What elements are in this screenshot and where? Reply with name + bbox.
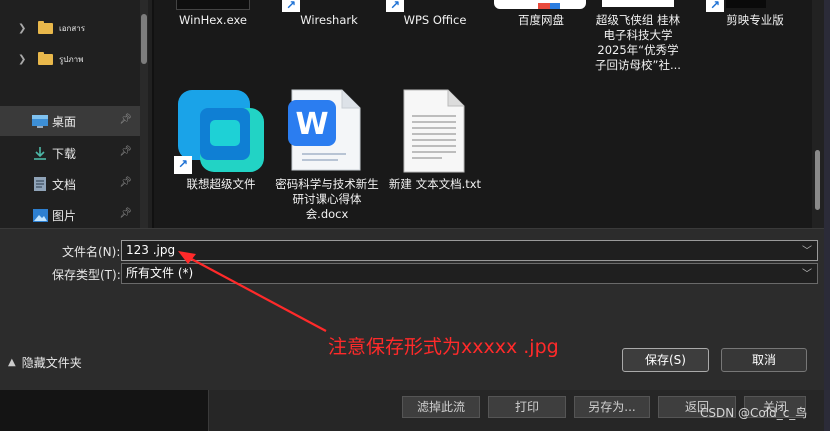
navigation-pane: ❯ เอกสาร ❯ รูปภาพ 桌面 📌︎ 下载 📌︎ 文档 📌︎ 图片 📌… (0, 0, 152, 228)
hide-folders-label: 隐藏文件夹 (21, 356, 82, 370)
filename-label: 文件名(N): (62, 245, 121, 259)
file-label[interactable]: 百度网盘 (486, 13, 596, 28)
document-thumbnail (602, 0, 674, 7)
pin-icon[interactable]: 📌︎ (119, 208, 132, 219)
file-label[interactable]: WPS Office (380, 13, 490, 28)
filetype-label: 保存类型(T): (52, 268, 121, 282)
sidebar-item-documents-th[interactable]: ❯ เอกสาร (0, 13, 140, 43)
file-list-scrollbar-thumb[interactable] (815, 150, 820, 210)
watermark: CSDN @Cold_c_鸟 (700, 406, 808, 420)
sidebar-item-label: 文档 (52, 177, 77, 192)
save-dialog-options: 文件名(N): 123 .jpg ﹀ 保存类型(T): 所有文件 (*) ﹀ 注… (0, 228, 824, 390)
bg-filter-out-button[interactable]: 滤掉此流 (402, 396, 480, 418)
cancel-button[interactable]: 取消 (721, 348, 807, 372)
svg-text:W: W (295, 107, 328, 142)
bg-print-button[interactable]: 打印 (488, 396, 566, 418)
sidebar-item-desktop[interactable]: 桌面 📌︎ (0, 106, 140, 136)
download-icon (32, 146, 48, 160)
hide-folders-toggle[interactable]: ▲ 隐藏文件夹 (8, 354, 82, 371)
shortcut-arrow-icon: ↗ (282, 0, 300, 12)
shortcut-arrow-icon: ↗ (174, 156, 192, 174)
sidebar-item-documents[interactable]: 文档 📌︎ (0, 169, 140, 199)
sidebar-item-label: เอกสาร (59, 23, 86, 33)
sidebar-item-label: 桌面 (52, 114, 77, 129)
sidebar-item-label: รูปภาพ (59, 54, 84, 64)
annotation-arrow (178, 251, 327, 332)
baidu-netdisk-icon (494, 0, 586, 9)
chevron-right-icon[interactable]: ❯ (18, 54, 28, 65)
bg-save-as-button[interactable]: 另存为... (574, 396, 650, 418)
sidebar-item-label: 图片 (52, 208, 77, 223)
chevron-up-icon: ▲ (8, 357, 16, 368)
winhex-thumbnail[interactable] (176, 0, 250, 10)
file-label[interactable]: 联想超级文件 (166, 177, 276, 192)
sidebar-scrollbar-thumb[interactable] (141, 14, 147, 64)
desktop-icon (32, 114, 48, 128)
filename-value: 123 .jpg (126, 243, 176, 257)
shortcut-arrow-icon: ↗ (386, 0, 404, 12)
pin-icon[interactable]: 📌︎ (119, 146, 132, 157)
file-label[interactable]: 剪映专业版 (700, 13, 810, 28)
file-label[interactable]: Wireshark (274, 13, 384, 28)
file-label[interactable]: 新建 文本文档.txt (380, 177, 490, 192)
document-icon (32, 177, 48, 191)
chevron-down-icon[interactable]: ﹀ (802, 266, 812, 283)
pin-icon[interactable]: 📌︎ (119, 177, 132, 188)
text-file-icon[interactable] (402, 88, 466, 174)
sidebar-item-label: 下载 (52, 146, 77, 161)
chevron-right-icon[interactable]: ❯ (18, 23, 28, 34)
save-button[interactable]: 保存(S) (622, 348, 709, 372)
chevron-down-icon[interactable]: ﹀ (802, 243, 812, 260)
file-label[interactable]: WinHex.exe (158, 13, 268, 28)
file-list: WinHex.exe ↗ Wireshark ↗ WPS Office 百度网盘… (154, 0, 812, 228)
folder-icon (38, 51, 53, 65)
lenovo-super-file-icon[interactable]: ↗ (174, 86, 268, 176)
folder-icon (38, 20, 53, 34)
window-edge (824, 0, 830, 431)
jianying-icon (726, 0, 766, 8)
file-label[interactable]: 密码科学与技术新生研讨课心得体会.docx (272, 177, 382, 222)
file-label[interactable]: 超级飞侠组 桂林电子科技大学2025年“优秀学子回访母校”社... (594, 13, 682, 73)
sidebar-item-pictures[interactable]: 图片 📌︎ (0, 200, 140, 230)
sidebar-item-pictures-th[interactable]: ❯ รูปภาพ (0, 44, 140, 74)
pin-icon[interactable]: 📌︎ (119, 114, 132, 125)
sidebar-item-downloads[interactable]: 下载 📌︎ (0, 138, 140, 168)
wps-docx-icon[interactable]: W (286, 88, 362, 172)
shortcut-arrow-icon: ↗ (706, 0, 724, 12)
annotation-text: 注意保存形式为xxxxx .jpg (328, 336, 559, 358)
pictures-icon (32, 208, 48, 222)
